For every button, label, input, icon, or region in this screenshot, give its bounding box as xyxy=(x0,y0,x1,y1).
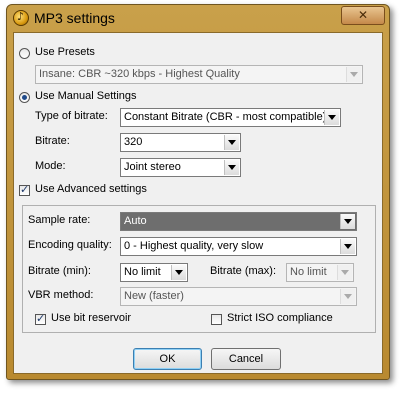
app-music-icon xyxy=(13,10,29,26)
encoding-quality-dropdown[interactable]: 0 - Highest quality, very slow xyxy=(120,237,357,256)
chevron-down-icon[interactable] xyxy=(324,110,339,125)
title-bar[interactable]: MP3 settings ✕ xyxy=(7,5,389,31)
type-of-bitrate-label: Type of bitrate: xyxy=(35,110,108,122)
chevron-down-icon[interactable] xyxy=(224,135,239,150)
vbr-method-value: New (faster) xyxy=(124,290,184,302)
bitrate-label: Bitrate: xyxy=(35,135,70,147)
presets-dropdown[interactable]: Insane: CBR ~320 kbps - Highest Quality xyxy=(35,65,363,84)
mode-label: Mode: xyxy=(35,160,66,172)
bitrate-min-label: Bitrate (min): xyxy=(28,265,91,277)
type-of-bitrate-value: Constant Bitrate (CBR - most compatible) xyxy=(124,111,327,123)
use-bit-reservoir-checkbox[interactable] xyxy=(35,312,46,325)
presets-dropdown-value: Insane: CBR ~320 kbps - Highest Quality xyxy=(39,68,240,80)
encoding-quality-value: 0 - Highest quality, very slow xyxy=(124,240,264,252)
mode-dropdown[interactable]: Joint stereo xyxy=(120,158,241,177)
sample-rate-value: Auto xyxy=(124,215,147,227)
cancel-button-label: Cancel xyxy=(228,353,264,365)
bitrate-value: 320 xyxy=(124,136,143,148)
strict-iso-compliance-checkbox[interactable] xyxy=(211,314,222,325)
close-icon: ✕ xyxy=(357,8,369,22)
mp3-settings-window: MP3 settings ✕ Use Presets Insane: CBR ~… xyxy=(6,4,390,380)
use-bit-reservoir-label[interactable]: Use bit reservoir xyxy=(51,312,131,324)
bitrate-max-dropdown[interactable]: No limit xyxy=(286,263,354,282)
close-button[interactable]: ✕ xyxy=(341,6,385,25)
use-advanced-settings-checkbox[interactable] xyxy=(19,183,30,196)
chevron-down-icon[interactable] xyxy=(340,289,355,304)
use-presets-label[interactable]: Use Presets xyxy=(35,46,95,58)
chevron-down-icon[interactable] xyxy=(337,265,352,280)
use-manual-settings-radio[interactable] xyxy=(19,92,30,103)
chevron-down-icon[interactable] xyxy=(340,239,355,254)
chevron-down-icon[interactable] xyxy=(346,67,361,82)
sample-rate-dropdown[interactable]: Auto xyxy=(120,212,357,231)
use-manual-settings-label[interactable]: Use Manual Settings xyxy=(35,90,137,102)
bitrate-min-value: No limit xyxy=(124,266,161,278)
bitrate-max-label: Bitrate (max): xyxy=(210,265,277,277)
use-advanced-settings-label[interactable]: Use Advanced settings xyxy=(35,183,147,195)
chevron-down-icon[interactable] xyxy=(224,160,239,175)
mode-value: Joint stereo xyxy=(124,161,181,173)
vbr-method-label: VBR method: xyxy=(28,289,94,301)
bitrate-dropdown[interactable]: 320 xyxy=(120,133,241,152)
bitrate-max-value: No limit xyxy=(290,266,327,278)
chevron-down-icon[interactable] xyxy=(340,214,355,229)
dialog-client-area: Use Presets Insane: CBR ~320 kbps - High… xyxy=(13,32,383,374)
type-of-bitrate-dropdown[interactable]: Constant Bitrate (CBR - most compatible) xyxy=(120,108,341,127)
sample-rate-label: Sample rate: xyxy=(28,214,91,226)
encoding-quality-label: Encoding quality: xyxy=(28,239,112,251)
use-presets-radio[interactable] xyxy=(19,48,30,59)
vbr-method-dropdown[interactable]: New (faster) xyxy=(120,287,357,306)
strict-iso-compliance-label[interactable]: Strict ISO compliance xyxy=(227,312,333,324)
ok-button-label: OK xyxy=(159,353,176,365)
window-title: MP3 settings xyxy=(34,10,115,26)
cancel-button[interactable]: Cancel xyxy=(211,348,281,370)
ok-button[interactable]: OK xyxy=(133,348,202,370)
